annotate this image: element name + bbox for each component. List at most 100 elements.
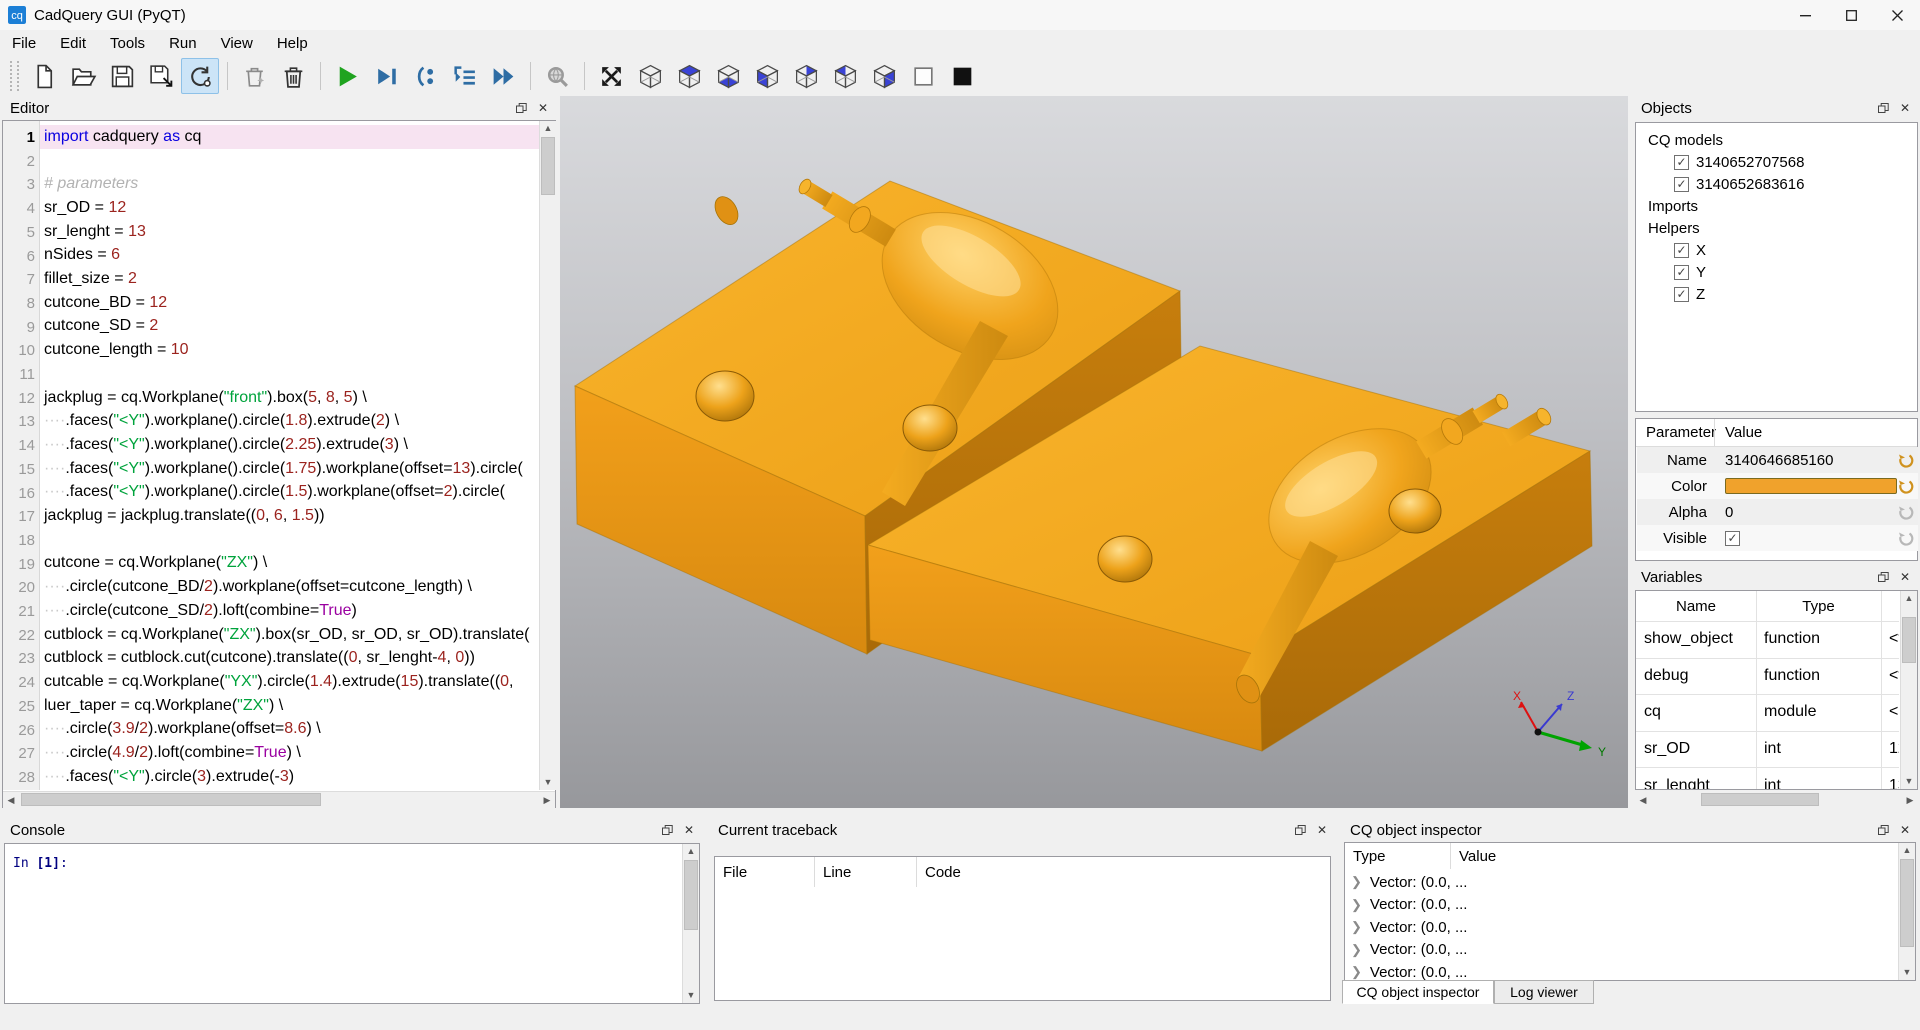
visible-checkbox[interactable]: ✓ xyxy=(1725,531,1740,546)
inspector-row[interactable]: ❯Vector: (0.0, ... xyxy=(1345,894,1885,916)
console-panel[interactable]: In [1]: ▲ ▼ xyxy=(4,843,700,1004)
variables-vscroll-thumb[interactable] xyxy=(1902,617,1916,663)
code-line[interactable]: jackplug = jackplug.translate((0, 6, 1.5… xyxy=(40,504,540,528)
expand-chevron-icon[interactable]: ❯ xyxy=(1351,942,1362,958)
tree-item[interactable]: ✓X xyxy=(1674,239,1706,261)
code-line[interactable]: cutblock = cutblock.cut(cutcone).transla… xyxy=(40,646,540,670)
code-line[interactable]: luer_taper = cq.Workplane("ZX") \ xyxy=(40,694,540,718)
scroll-up-arrow[interactable]: ▲ xyxy=(1899,846,1915,855)
close-button[interactable] xyxy=(1874,0,1920,30)
open-file-button[interactable] xyxy=(64,58,102,94)
scroll-right-arrow[interactable]: ▶ xyxy=(539,792,555,808)
code-line[interactable]: ····.faces("<Y").circle(3).extrude(-3) xyxy=(40,765,540,789)
code-line[interactable]: import cadquery as cq xyxy=(40,125,540,149)
menu-file[interactable]: File xyxy=(0,32,48,55)
tree-item[interactable]: ✓3140652707568 xyxy=(1674,151,1804,173)
tree-group-imports[interactable]: Imports xyxy=(1648,195,1698,217)
maximize-button[interactable] xyxy=(1828,0,1874,30)
code-line[interactable]: cutcone = cq.Workplane("ZX") \ xyxy=(40,552,540,576)
console-vscrollbar[interactable]: ▲ ▼ xyxy=(682,844,699,1003)
view-back-button[interactable] xyxy=(787,58,825,94)
menu-tools[interactable]: Tools xyxy=(98,32,157,55)
code-line[interactable]: sr_lenght = 13 xyxy=(40,220,540,244)
checkbox[interactable]: ✓ xyxy=(1674,177,1689,192)
tree-item[interactable]: ✓Y xyxy=(1674,261,1706,283)
checkbox[interactable]: ✓ xyxy=(1674,243,1689,258)
code-line[interactable]: ····.faces("<Y").workplane().circle(1.5)… xyxy=(40,481,540,505)
menu-run[interactable]: Run xyxy=(157,32,209,55)
code-line[interactable]: ····.circle(cutcone_SD/2).loft(combine=T… xyxy=(40,599,540,623)
code-line[interactable]: # parameters xyxy=(40,172,540,196)
param-value[interactable]: 3140646685160 xyxy=(1725,452,1833,469)
code-line[interactable]: ····.circle(4.9/2).loft(combine=True) \ xyxy=(40,741,540,765)
view-bottom-button[interactable] xyxy=(709,58,747,94)
inspect-button[interactable] xyxy=(538,58,576,94)
undo-button[interactable] xyxy=(1896,477,1914,495)
tab-cq-object-inspector[interactable]: CQ object inspector xyxy=(1342,980,1494,1004)
inspector-row[interactable]: ❯Vector: (0.0, ... xyxy=(1345,871,1885,893)
wireframe-mode-button[interactable] xyxy=(904,58,942,94)
run-button[interactable] xyxy=(328,58,366,94)
menu-view[interactable]: View xyxy=(209,32,265,55)
code-line[interactable]: ····.faces("<Y").workplane().circle(1.75… xyxy=(40,457,540,481)
console-close-button[interactable]: ✕ xyxy=(682,823,696,837)
code-line[interactable]: cutblock = cq.Workplane("ZX").box(sr_OD,… xyxy=(40,623,540,647)
objects-float-button[interactable] xyxy=(1876,101,1890,115)
code-line[interactable] xyxy=(40,528,540,552)
reload-button[interactable] xyxy=(181,58,219,94)
console-vscroll-thumb[interactable] xyxy=(684,860,698,930)
expand-chevron-icon[interactable]: ❯ xyxy=(1351,897,1362,913)
view-iso-button[interactable] xyxy=(631,58,669,94)
tree-group-cq-models[interactable]: CQ models xyxy=(1648,129,1723,151)
editor-vscrollbar[interactable]: ▲ ▼ xyxy=(539,121,556,790)
objects-close-button[interactable]: ✕ xyxy=(1898,101,1912,115)
inspector-vscroll-thumb[interactable] xyxy=(1900,859,1914,947)
traceback-float-button[interactable] xyxy=(1293,823,1307,837)
tab-log-viewer[interactable]: Log viewer xyxy=(1494,980,1594,1004)
editor-close-button[interactable]: ✕ xyxy=(536,101,550,115)
view-front-button[interactable] xyxy=(748,58,786,94)
scroll-up-arrow[interactable]: ▲ xyxy=(1901,594,1917,603)
scroll-up-arrow[interactable]: ▲ xyxy=(683,847,699,856)
menu-help[interactable]: Help xyxy=(265,32,320,55)
code-line[interactable] xyxy=(40,362,540,386)
fit-view-button[interactable] xyxy=(592,58,630,94)
code-line[interactable]: cutcone_length = 10 xyxy=(40,338,540,362)
expand-chevron-icon[interactable]: ❯ xyxy=(1351,964,1362,980)
scroll-left-arrow[interactable]: ◀ xyxy=(1635,792,1651,808)
expand-chevron-icon[interactable]: ❯ xyxy=(1351,874,1362,890)
toolbar-grip[interactable] xyxy=(10,61,19,91)
scroll-right-arrow[interactable]: ▶ xyxy=(1902,792,1918,808)
code-line[interactable]: cutcone_BD = 12 xyxy=(40,291,540,315)
inspector-close-button[interactable]: ✕ xyxy=(1898,823,1912,837)
checkbox[interactable]: ✓ xyxy=(1674,287,1689,302)
code-line[interactable]: cutcone_SD = 2 xyxy=(40,315,540,339)
tree-item[interactable]: ✓3140652683616 xyxy=(1674,173,1804,195)
menu-edit[interactable]: Edit xyxy=(48,32,98,55)
code-line[interactable]: cutcable = cq.Workplane("YX").circle(1.4… xyxy=(40,670,540,694)
scroll-down-arrow[interactable]: ▼ xyxy=(540,778,556,787)
code-line[interactable]: sr_OD = 12 xyxy=(40,196,540,220)
debug-run-button[interactable] xyxy=(367,58,405,94)
variables-vscrollbar[interactable]: ▲ ▼ xyxy=(1900,591,1917,789)
inspector-vscrollbar[interactable]: ▲ ▼ xyxy=(1898,843,1915,980)
scroll-down-arrow[interactable]: ▼ xyxy=(1899,968,1915,977)
new-file-button[interactable] xyxy=(25,58,63,94)
undo-button[interactable] xyxy=(1896,451,1914,469)
scroll-down-arrow[interactable]: ▼ xyxy=(683,991,699,1000)
param-value[interactable]: ✓ xyxy=(1725,531,1747,546)
param-value[interactable]: 0 xyxy=(1725,504,1733,521)
code-line[interactable]: ····.circle(cutcone_BD/2).workplane(offs… xyxy=(40,575,540,599)
scroll-left-arrow[interactable]: ◀ xyxy=(3,792,19,808)
checkbox[interactable]: ✓ xyxy=(1674,265,1689,280)
delete-render-button[interactable] xyxy=(235,58,273,94)
view-left-button[interactable] xyxy=(826,58,864,94)
editor-code-area[interactable]: import cadquery as cq # parameterssr_OD =… xyxy=(40,121,540,790)
delete-all-button[interactable] xyxy=(274,58,312,94)
code-line[interactable]: ····.faces("<Y").workplane().circle(2.25… xyxy=(40,433,540,457)
console-float-button[interactable] xyxy=(660,823,674,837)
minimize-button[interactable] xyxy=(1782,0,1828,30)
inspector-row[interactable]: ❯Vector: (0.0, ... xyxy=(1345,939,1885,961)
code-line[interactable]: fillet_size = 2 xyxy=(40,267,540,291)
inspector-row[interactable]: ❯Vector: (0.0, ... xyxy=(1345,916,1885,938)
